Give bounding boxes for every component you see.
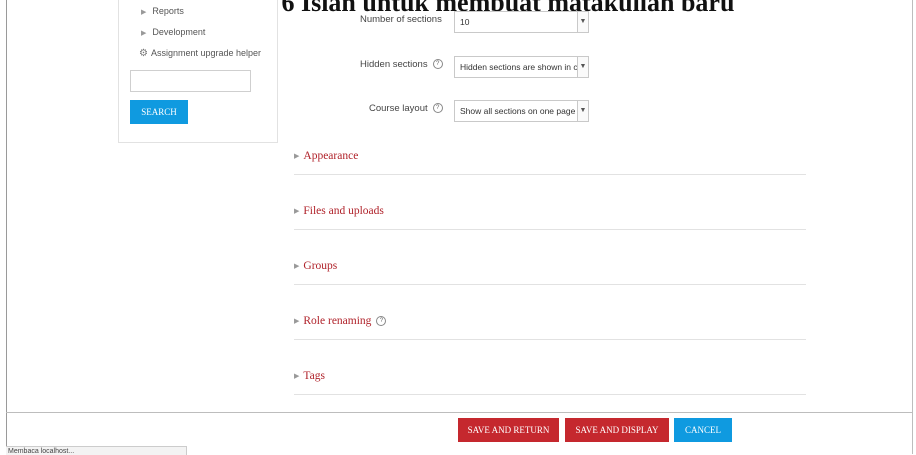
- section-divider: [294, 394, 806, 395]
- course-layout-label-text: Course layout: [369, 103, 428, 114]
- gear-icon: ⚙: [139, 48, 148, 59]
- section-groups[interactable]: ▶ Groups: [294, 260, 806, 280]
- chevron-down-icon: ▼: [577, 101, 588, 121]
- number-of-sections-label: Number of sections: [360, 14, 442, 25]
- help-icon[interactable]: ?: [376, 316, 387, 327]
- hidden-sections-label-text: Hidden sections: [360, 59, 428, 70]
- sidebar-item-label: Development: [152, 27, 206, 37]
- section-files-and-uploads[interactable]: ▶ Files and uploads: [294, 205, 806, 225]
- section-divider: [294, 339, 806, 340]
- help-icon[interactable]: ?: [432, 59, 443, 70]
- section-divider: [294, 229, 806, 230]
- section-label: Role renaming: [303, 315, 372, 327]
- save-and-return-button[interactable]: SAVE AND RETURN: [458, 418, 559, 442]
- window-left-border: [6, 0, 7, 454]
- section-role-renaming[interactable]: ▶ Role renaming?: [294, 315, 806, 335]
- save-and-display-button[interactable]: SAVE AND DISPLAY: [565, 418, 669, 442]
- section-label: Files and uploads: [303, 205, 384, 217]
- section-label: Appearance: [303, 150, 359, 162]
- course-layout-select[interactable]: Show all sections on one page ▼: [454, 100, 589, 122]
- window-right-border: [912, 0, 913, 454]
- sidebar-search-button[interactable]: SEARCH: [130, 100, 188, 124]
- section-label: Tags: [303, 370, 325, 382]
- hidden-sections-value: Hidden sections are shown in collapsed f…: [460, 62, 588, 72]
- course-layout-value: Show all sections on one page: [460, 106, 576, 116]
- sidebar-item-development[interactable]: ▶ Development: [141, 27, 205, 37]
- sidebar-item-reports[interactable]: ▶ Reports: [141, 6, 184, 16]
- chevron-down-icon: ▼: [577, 57, 588, 77]
- triangle-right-icon: ▶: [294, 207, 300, 216]
- triangle-right-icon: ▶: [141, 9, 147, 16]
- section-tags[interactable]: ▶ Tags: [294, 370, 806, 390]
- triangle-right-icon: ▶: [141, 30, 147, 37]
- hidden-sections-label: Hidden sections?: [360, 59, 443, 70]
- triangle-right-icon: ▶: [294, 372, 300, 381]
- number-of-sections-select[interactable]: 10 ▼: [454, 11, 589, 33]
- sidebar-item-label: Assignment upgrade helper: [150, 48, 262, 58]
- chevron-down-icon: ▼: [577, 12, 588, 32]
- sidebar-item-assignment-upgrade-helper[interactable]: ⚙ Assignment upgrade helper: [139, 48, 261, 59]
- sidebar-block: ▶ Reports ▶ Development ⚙ Assignment upgrad…: [118, 0, 278, 143]
- sidebar-search-input[interactable]: [130, 70, 251, 92]
- section-divider: [294, 174, 806, 175]
- window-bottom-border: [6, 412, 913, 413]
- triangle-right-icon: ▶: [294, 317, 300, 326]
- cancel-button[interactable]: CANCEL: [674, 418, 732, 442]
- sidebar-item-label: Reports: [152, 6, 184, 16]
- section-divider: [294, 284, 806, 285]
- help-icon[interactable]: ?: [432, 103, 443, 114]
- triangle-right-icon: ▶: [294, 152, 300, 161]
- section-label: Groups: [303, 260, 338, 272]
- section-appearance[interactable]: ▶ Appearance: [294, 150, 806, 170]
- course-layout-label: Course layout?: [369, 103, 443, 114]
- hidden-sections-select[interactable]: Hidden sections are shown in collapsed f…: [454, 56, 589, 78]
- number-of-sections-value: 10: [460, 17, 470, 27]
- triangle-right-icon: ▶: [294, 262, 300, 271]
